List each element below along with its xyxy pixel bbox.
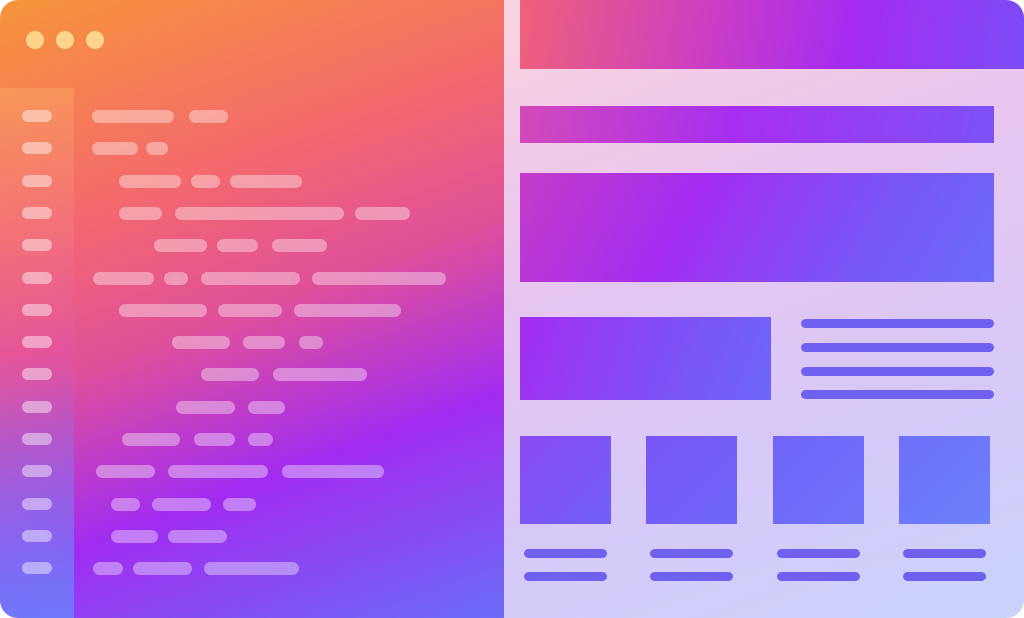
code-token [111,498,140,511]
code-token [248,401,285,414]
code-token [122,433,180,446]
code-token [218,304,282,317]
line-number [22,272,52,284]
code-token [119,304,207,317]
line-number [22,175,52,187]
code-token [168,465,268,478]
window-dot-close[interactable] [26,31,44,49]
code-token [355,207,410,220]
code-token [201,272,300,285]
line-number [22,142,52,154]
line-number [22,530,52,542]
page-header-bar [520,0,1024,69]
text-line-placeholder [801,367,994,376]
code-token [119,207,162,220]
text-line-placeholder [801,343,994,352]
card-text-placeholder [777,549,860,558]
code-token [92,110,174,123]
hero-banner-placeholder [520,173,994,282]
card-text-placeholder [903,572,986,581]
code-token [176,401,235,414]
code-token [96,465,155,478]
code-token [204,562,299,575]
code-token [168,530,227,543]
feature-image-placeholder [520,317,771,400]
code-token [154,239,207,252]
card-image-placeholder [773,436,864,524]
code-token [133,562,192,575]
line-number [22,239,52,251]
code-token [223,498,256,511]
nav-bar-placeholder [520,106,994,143]
code-token [217,239,258,252]
code-token [191,175,220,188]
card-text-placeholder [650,549,733,558]
line-number [22,433,52,445]
illustration [0,0,1024,618]
code-token [282,465,384,478]
code-token [272,239,327,252]
code-token [201,368,259,381]
code-token [111,530,158,543]
card-text-placeholder [524,549,607,558]
line-number [22,368,52,380]
code-token [230,175,302,188]
line-number [22,498,52,510]
card-image-placeholder [899,436,990,524]
line-number [22,465,52,477]
code-token [299,336,323,349]
card-image-placeholder [646,436,737,524]
code-token [243,336,285,349]
web-page-preview [504,0,1024,618]
line-number [22,304,52,316]
code-token [312,272,446,285]
code-token [93,272,154,285]
code-token [119,175,181,188]
code-token [152,498,211,511]
line-number [22,401,52,413]
line-number [22,562,52,574]
code-token [294,304,401,317]
text-line-placeholder [801,319,994,328]
code-token [194,433,235,446]
code-token [146,142,168,155]
line-number [22,207,52,219]
card-text-placeholder [650,572,733,581]
code-token [172,336,230,349]
line-number [22,110,52,122]
card-image-placeholder [520,436,611,524]
code-token [273,368,367,381]
card-text-placeholder [903,549,986,558]
window-dot-minimize[interactable] [56,31,74,49]
code-token [248,433,273,446]
code-editor-window [0,0,504,618]
text-line-placeholder [801,390,994,399]
window-dot-maximize[interactable] [86,31,104,49]
code-token [189,110,228,123]
code-token [92,142,138,155]
code-token [164,272,188,285]
line-number [22,336,52,348]
card-text-placeholder [777,572,860,581]
code-token [175,207,344,220]
card-text-placeholder [524,572,607,581]
code-token [93,562,123,575]
